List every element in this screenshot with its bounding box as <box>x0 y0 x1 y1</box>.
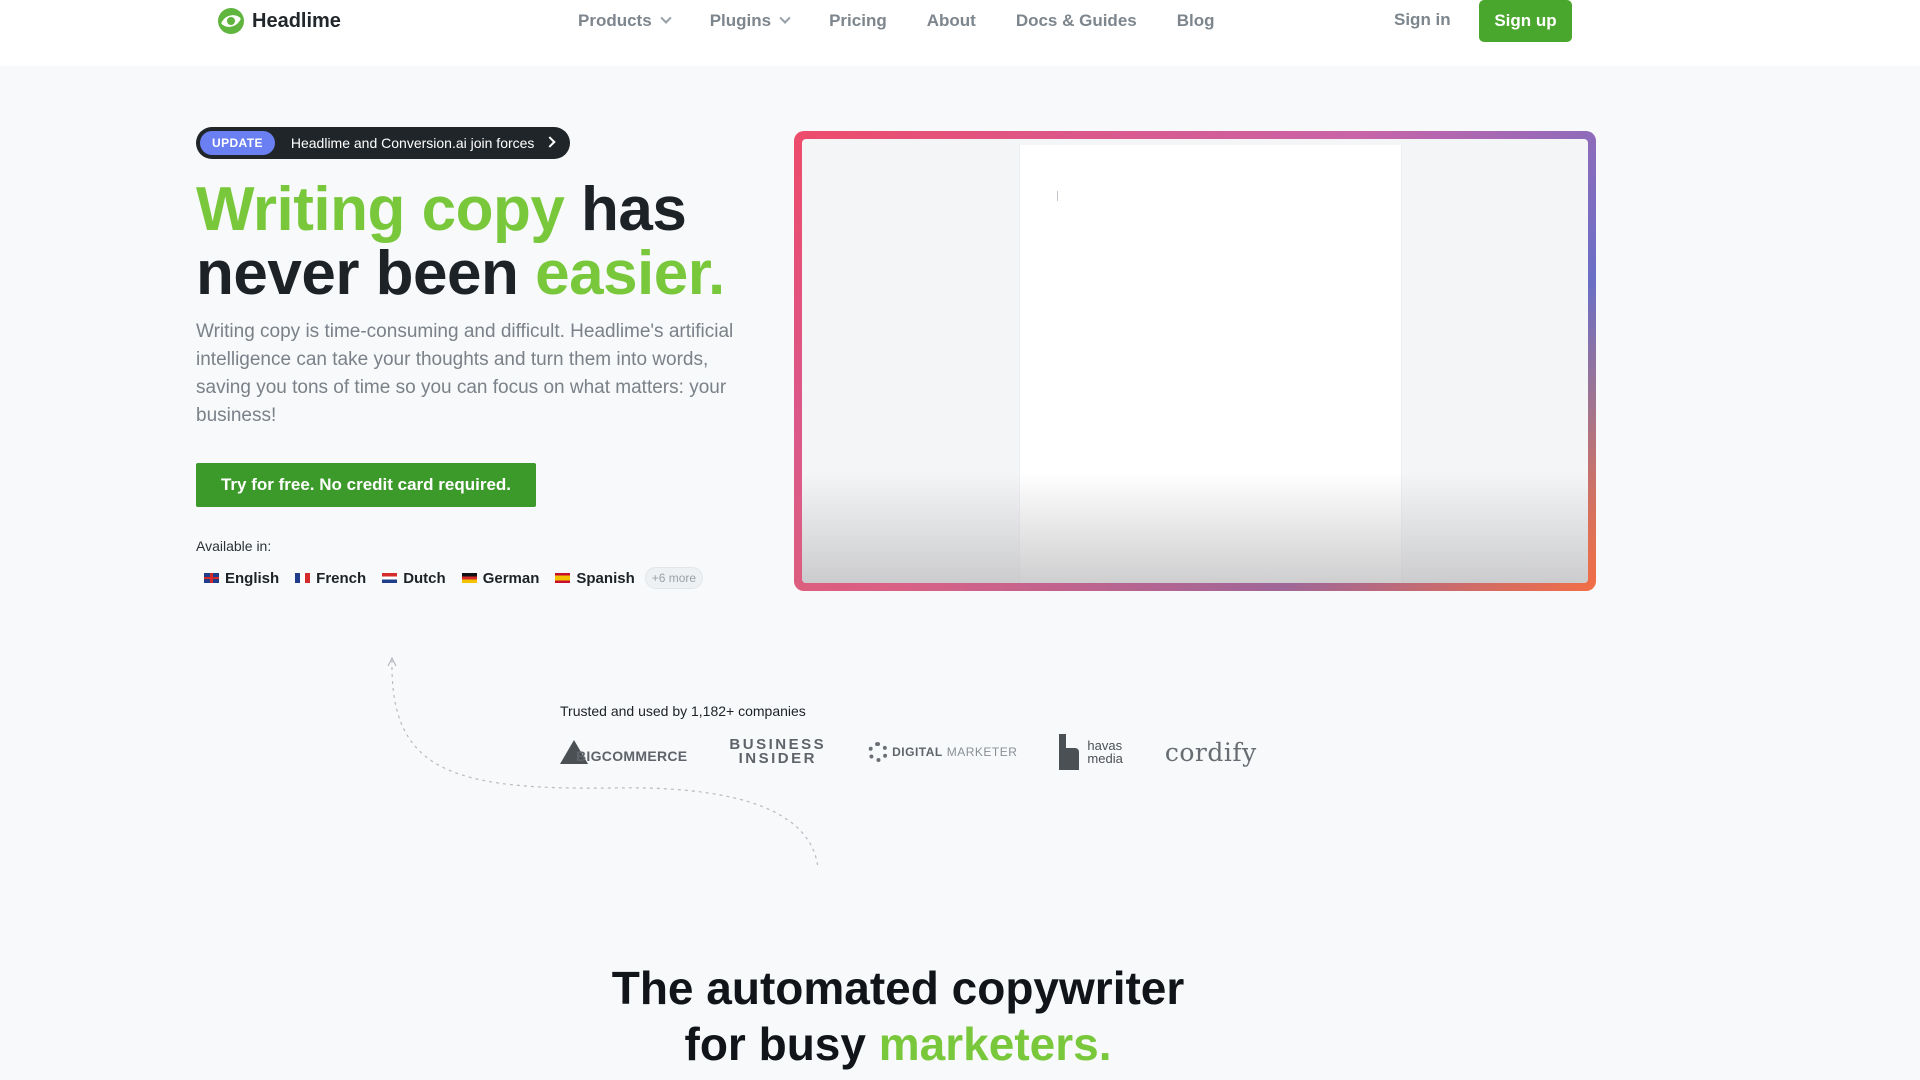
hero-description: Writing copy is time-consuming and diffi… <box>196 321 734 426</box>
demo-video[interactable] <box>802 139 1588 583</box>
trusted-by-text: Trusted and used by 1,182+ companies <box>560 703 806 719</box>
section-title: The automated copywriter for busy market… <box>611 962 1185 1070</box>
brand-logo[interactable]: Headlime <box>218 8 341 34</box>
language-dutch: Dutch <box>382 570 446 587</box>
update-text: Headlime and Conversion.ai join forces <box>290 135 535 151</box>
hero-title: Writing copy has never been easier. <box>196 175 725 308</box>
language-french: French <box>295 570 366 587</box>
nav-link-products[interactable]: Products <box>578 10 672 32</box>
update-badge: UPDATE <box>200 131 275 155</box>
nav-link-pricing[interactable]: Pricing <box>829 10 887 32</box>
available-in-label: Available in: <box>196 538 272 554</box>
chevron-right-icon <box>544 136 556 148</box>
cordify-logo: cordify <box>1164 737 1257 767</box>
nav-link-blog[interactable]: Blog <box>1177 10 1215 32</box>
top-navbar: Headlime Products Plugins Pricing About … <box>0 0 1920 66</box>
nav-link-plugins[interactable]: Plugins <box>710 10 791 32</box>
france-flag-icon <box>295 573 311 583</box>
digital-marketer-logo: DIGITAL MARKETER <box>868 742 1017 762</box>
nav-link-docs[interactable]: Docs & Guides <box>1016 10 1137 32</box>
video-controls-shade <box>802 473 1588 583</box>
headlime-logo-icon <box>218 8 244 34</box>
sign-in-link[interactable]: Sign in <box>1394 10 1451 30</box>
text-cursor <box>1057 191 1058 201</box>
nav-link-about[interactable]: About <box>927 10 976 32</box>
uk-flag-icon <box>204 573 219 583</box>
try-free-button[interactable]: Try for free. No credit card required. <box>196 463 536 507</box>
sign-up-button[interactable]: Sign up <box>1479 0 1572 42</box>
havas-h-icon <box>1059 734 1080 770</box>
nav-links: Products Plugins Pricing About Docs & Gu… <box>578 10 1215 32</box>
demo-video-frame[interactable] <box>794 131 1596 591</box>
bigcommerce-logo: BIGCOMMERCE <box>560 740 687 764</box>
language-german: German <box>461 570 539 587</box>
spain-flag-icon <box>555 573 571 583</box>
germany-flag-icon <box>461 573 477 583</box>
business-insider-logo: BUSINESS INSIDER <box>729 736 827 767</box>
more-languages-badge[interactable]: +6 more <box>644 567 704 589</box>
language-list: English French Dutch German Spanish +6 m… <box>204 567 704 589</box>
chevron-down-icon <box>779 12 791 24</box>
update-announcement[interactable]: UPDATE Headlime and Conversion.ai join f… <box>196 127 570 159</box>
customer-logos: BIGCOMMERCE BUSINESS INSIDER DIGITAL MARKE… <box>560 734 1257 770</box>
language-english: English <box>204 570 279 587</box>
chevron-down-icon <box>660 12 672 24</box>
netherlands-flag-icon <box>382 573 398 583</box>
brand-name: Headlime <box>252 9 341 32</box>
havas-media-logo: havas media <box>1059 734 1123 770</box>
gear-icon <box>868 742 889 762</box>
language-spanish: Spanish <box>555 570 635 587</box>
